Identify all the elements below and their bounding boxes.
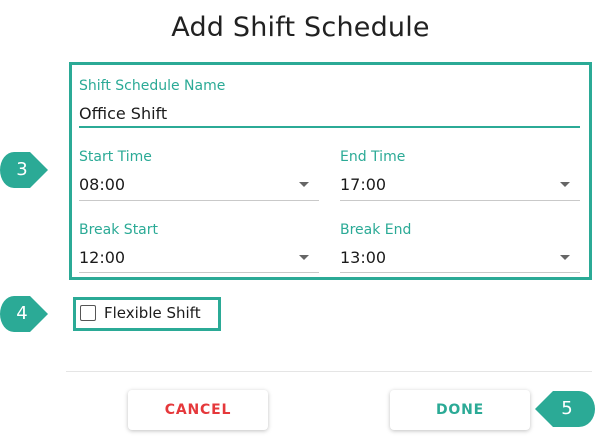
- callout-marker-5: 5: [533, 390, 595, 428]
- break-end-label: Break End: [340, 222, 412, 238]
- end-time-underline: [340, 200, 580, 201]
- dialog-title: Add Shift Schedule: [171, 12, 430, 43]
- start-time-underline: [79, 200, 319, 201]
- callout-marker-3: 3: [0, 151, 50, 189]
- schedule-name-underline: [79, 126, 580, 128]
- schedule-name-input[interactable]: Office Shift: [79, 104, 167, 123]
- flexible-shift-checkbox[interactable]: [80, 305, 96, 321]
- break-start-select[interactable]: 12:00: [79, 248, 125, 267]
- end-time-select[interactable]: 17:00: [340, 175, 386, 194]
- start-time-select[interactable]: 08:00: [79, 175, 125, 194]
- break-start-chevron-down-icon[interactable]: [299, 255, 309, 260]
- callout-marker-4: 4: [0, 295, 50, 333]
- end-time-chevron-down-icon[interactable]: [560, 182, 570, 187]
- callout-4-number: 4: [16, 303, 28, 324]
- flexible-shift-label[interactable]: Flexible Shift: [104, 304, 201, 322]
- break-end-underline: [340, 272, 580, 273]
- schedule-name-label: Shift Schedule Name: [79, 78, 226, 94]
- break-start-underline: [79, 272, 319, 273]
- end-time-label: End Time: [340, 149, 406, 165]
- break-end-chevron-down-icon[interactable]: [560, 255, 570, 260]
- cancel-button[interactable]: CANCEL: [128, 390, 268, 430]
- callout-5-number: 5: [561, 398, 573, 419]
- callout-3-number: 3: [16, 159, 28, 180]
- start-time-chevron-down-icon[interactable]: [299, 182, 309, 187]
- start-time-label: Start Time: [79, 149, 152, 165]
- done-button[interactable]: DONE: [390, 390, 530, 430]
- break-end-select[interactable]: 13:00: [340, 248, 386, 267]
- break-start-label: Break Start: [79, 222, 159, 238]
- actions-divider: [66, 371, 592, 372]
- fields-highlight-box: [69, 62, 592, 280]
